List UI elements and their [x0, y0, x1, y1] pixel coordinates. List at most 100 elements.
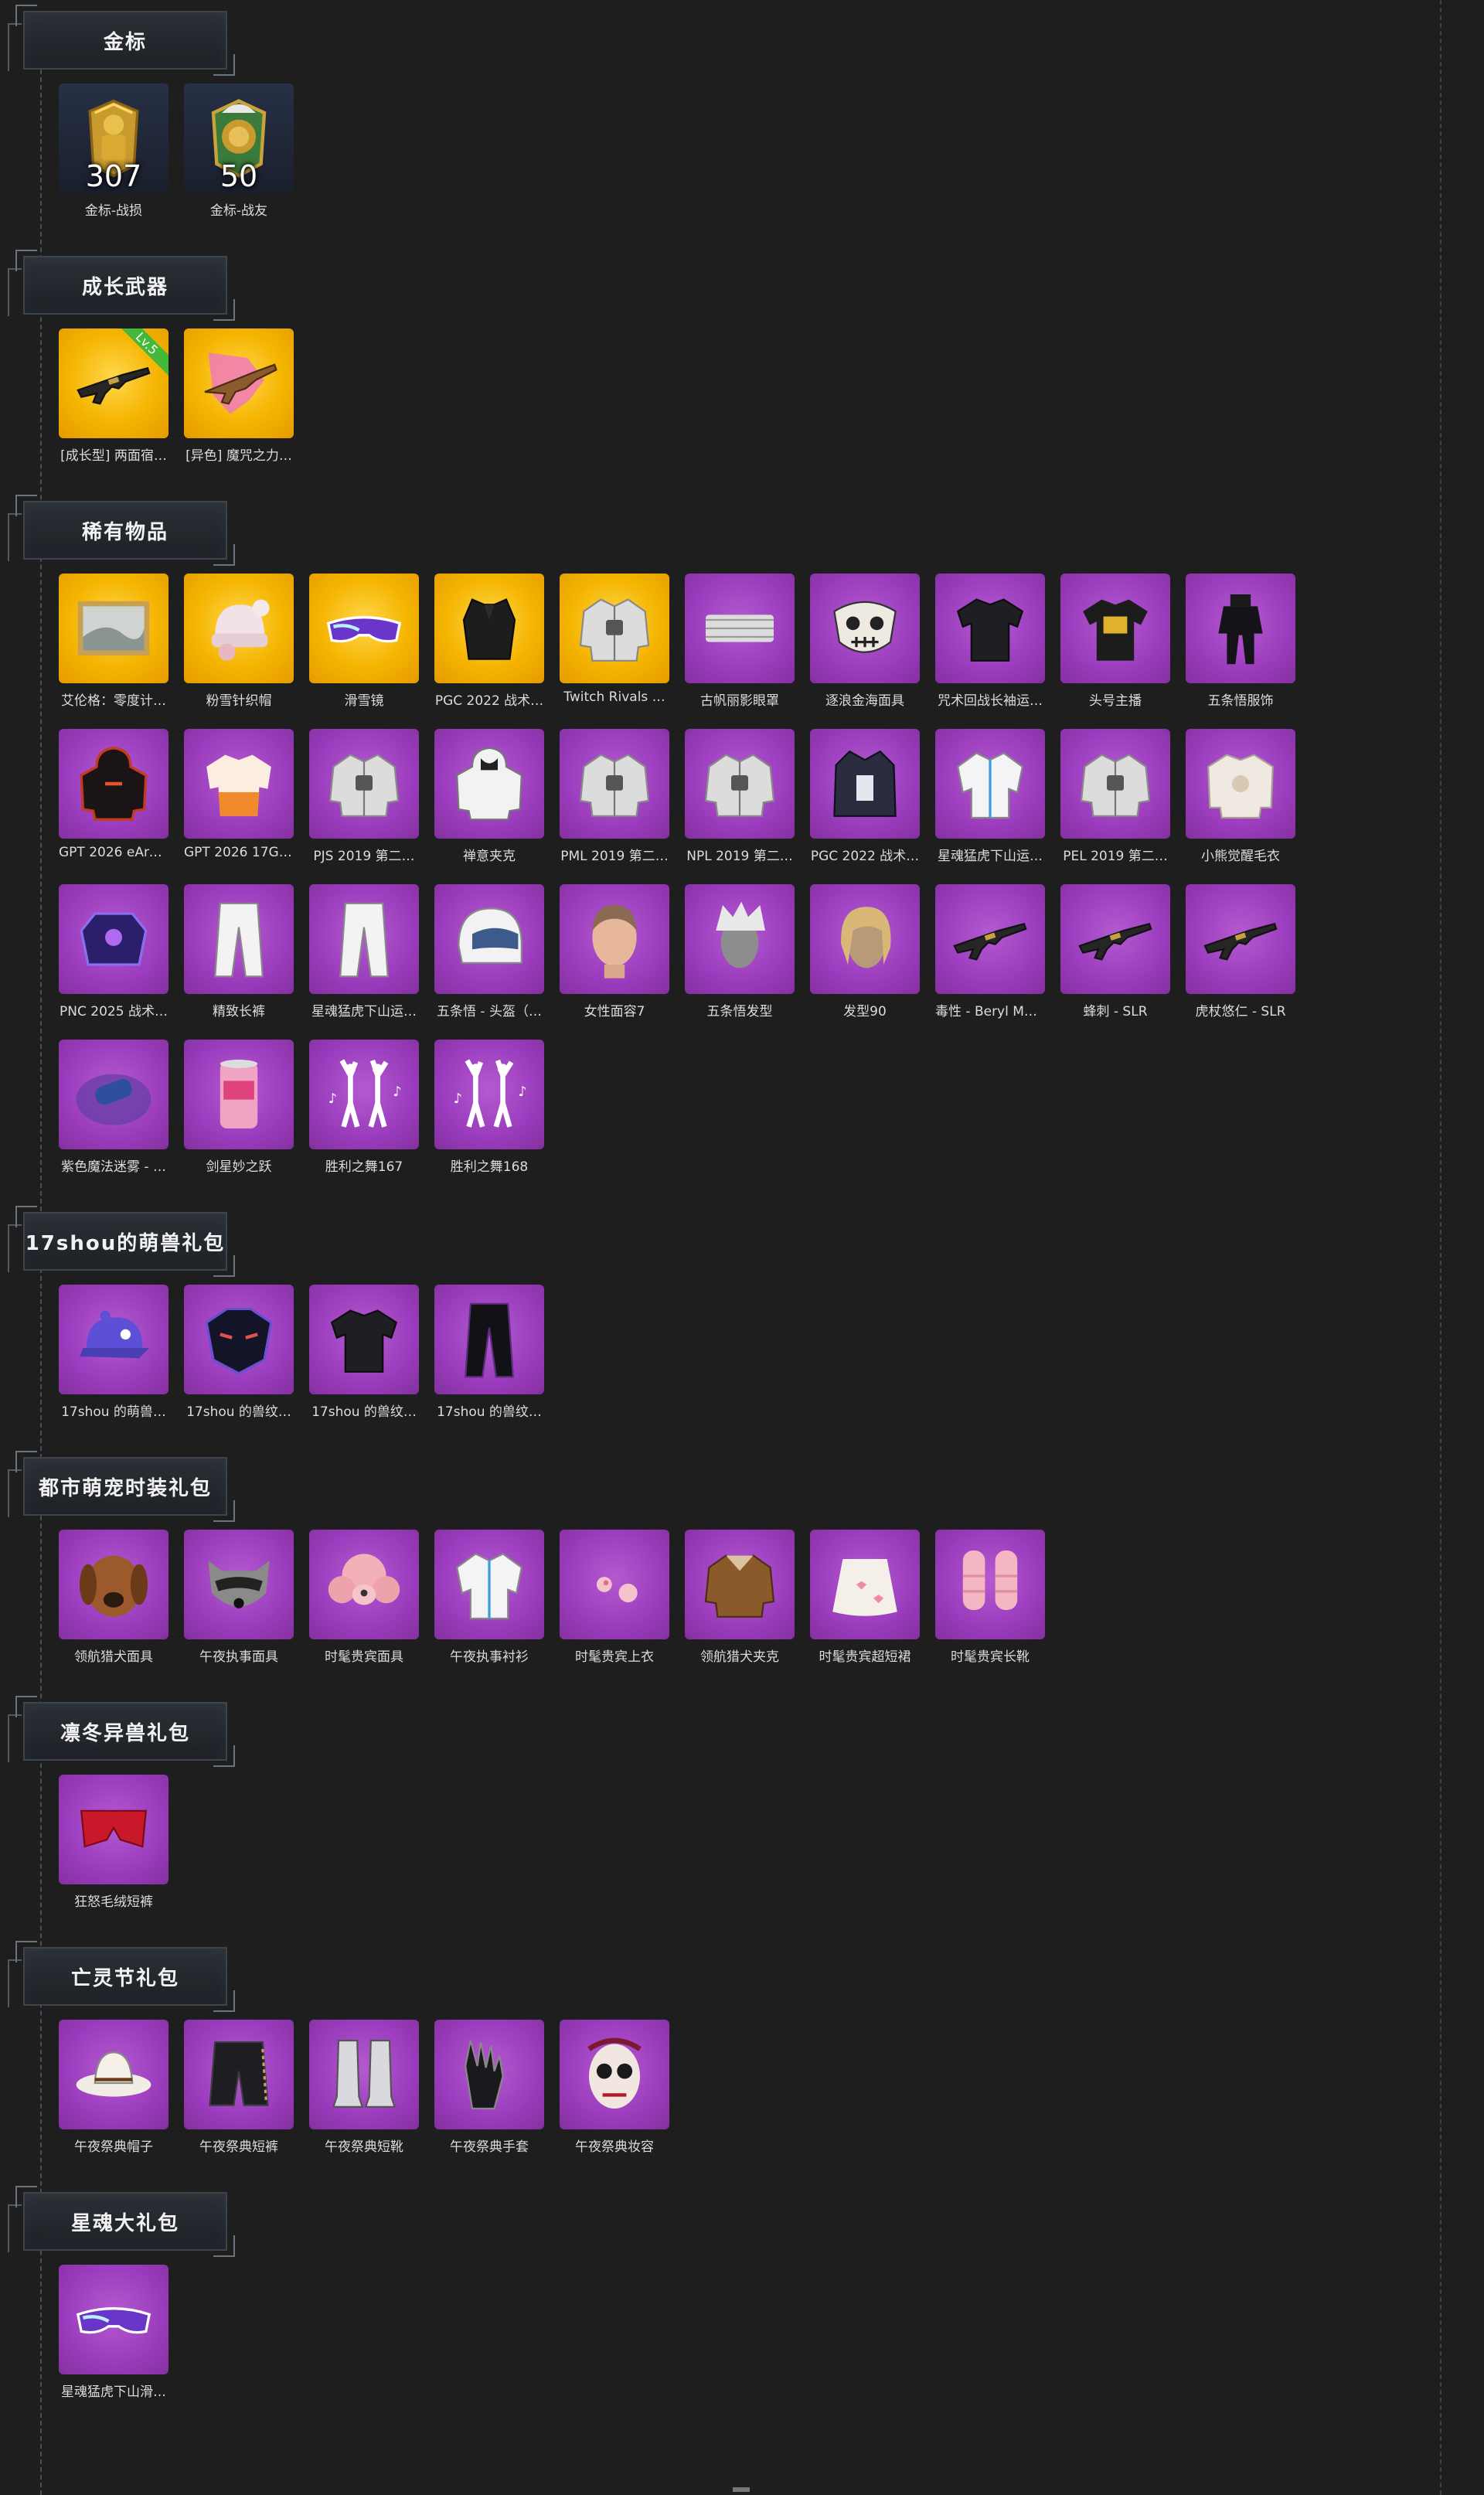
inventory-item[interactable]: 时髦贵宾长靴: [935, 1530, 1060, 1665]
inventory-item[interactable]: 咒术回战长袖运…: [935, 574, 1060, 709]
inventory-item[interactable]: 发型90: [810, 884, 935, 1019]
inventory-item[interactable]: 17shou 的兽纹…: [184, 1285, 309, 1420]
inventory-item[interactable]: 时髦贵宾上衣: [560, 1530, 685, 1665]
inventory-item[interactable]: PEL 2019 第二…: [1060, 729, 1186, 864]
item-thumbnail[interactable]: [184, 1530, 294, 1639]
item-thumbnail[interactable]: [560, 1530, 669, 1639]
item-thumbnail[interactable]: [935, 729, 1045, 839]
inventory-item[interactable]: Lv.5 [成长型] 两面宿…: [59, 328, 184, 464]
inventory-item[interactable]: 午夜祭典短靴: [309, 2020, 434, 2155]
inventory-item[interactable]: 女性面容7: [560, 884, 685, 1019]
inventory-item[interactable]: 禅意夹克: [434, 729, 560, 864]
item-thumbnail[interactable]: [59, 2265, 168, 2374]
inventory-item[interactable]: 17shou 的兽纹…: [434, 1285, 560, 1420]
inventory-item[interactable]: 17shou 的萌兽…: [59, 1285, 184, 1420]
item-thumbnail[interactable]: [1060, 884, 1170, 994]
item-thumbnail[interactable]: [1186, 574, 1295, 683]
inventory-item[interactable]: 五条悟 - 头盔（…: [434, 884, 560, 1019]
item-thumbnail[interactable]: [1186, 729, 1295, 839]
inventory-item[interactable]: 头号主播: [1060, 574, 1186, 709]
inventory-item[interactable]: NPL 2019 第二…: [685, 729, 810, 864]
inventory-item[interactable]: ♪ ♪ 胜利之舞168: [434, 1040, 560, 1175]
inventory-item[interactable]: 星魂猛虎下山运…: [935, 729, 1060, 864]
inventory-item[interactable]: PNC 2025 战术…: [59, 884, 184, 1019]
inventory-item[interactable]: 剑星妙之跃: [184, 1040, 309, 1175]
item-thumbnail[interactable]: 50: [184, 83, 294, 193]
item-thumbnail[interactable]: [184, 729, 294, 839]
item-thumbnail[interactable]: [184, 1040, 294, 1149]
item-thumbnail[interactable]: [59, 1040, 168, 1149]
inventory-item[interactable]: PML 2019 第二…: [560, 729, 685, 864]
item-thumbnail[interactable]: [434, 1530, 544, 1639]
inventory-item[interactable]: 古帆丽影眼罩: [685, 574, 810, 709]
item-thumbnail[interactable]: 307: [59, 83, 168, 193]
item-thumbnail[interactable]: [309, 884, 419, 994]
item-thumbnail[interactable]: [434, 1285, 544, 1394]
item-thumbnail[interactable]: [184, 1285, 294, 1394]
inventory-item[interactable]: GPT 2026 eAre…: [59, 729, 184, 864]
inventory-item[interactable]: [异色] 魔咒之力…: [184, 328, 309, 464]
inventory-item[interactable]: 五条悟发型: [685, 884, 810, 1019]
inventory-item[interactable]: 午夜执事面具: [184, 1530, 309, 1665]
inventory-item[interactable]: PGC 2022 战术…: [434, 574, 560, 709]
item-thumbnail[interactable]: [309, 1530, 419, 1639]
item-thumbnail[interactable]: [935, 1530, 1045, 1639]
inventory-item[interactable]: 逐浪金海面具: [810, 574, 935, 709]
inventory-item[interactable]: 艾伦格：零度计…: [59, 574, 184, 709]
inventory-item[interactable]: 17shou 的兽纹…: [309, 1285, 434, 1420]
inventory-item[interactable]: ♪ ♪ 胜利之舞167: [309, 1040, 434, 1175]
inventory-item[interactable]: 午夜祭典手套: [434, 2020, 560, 2155]
inventory-item[interactable]: Twitch Rivals …: [560, 574, 685, 709]
item-thumbnail[interactable]: [59, 2020, 168, 2129]
item-thumbnail[interactable]: [434, 884, 544, 994]
item-thumbnail[interactable]: [810, 884, 920, 994]
item-thumbnail[interactable]: [309, 729, 419, 839]
item-thumbnail[interactable]: [810, 729, 920, 839]
item-thumbnail[interactable]: [434, 729, 544, 839]
item-thumbnail[interactable]: [309, 1285, 419, 1394]
item-thumbnail[interactable]: [560, 884, 669, 994]
inventory-item[interactable]: 午夜祭典帽子: [59, 2020, 184, 2155]
inventory-item[interactable]: 粉雪针织帽: [184, 574, 309, 709]
item-thumbnail[interactable]: [935, 884, 1045, 994]
inventory-item[interactable]: 小熊觉醒毛衣: [1186, 729, 1311, 864]
item-thumbnail[interactable]: [184, 328, 294, 438]
inventory-item[interactable]: 狂怒毛绒短裤: [59, 1775, 184, 1910]
item-thumbnail[interactable]: [59, 1285, 168, 1394]
item-thumbnail[interactable]: [434, 574, 544, 683]
inventory-item[interactable]: 虎杖悠仁 - SLR: [1186, 884, 1311, 1019]
item-thumbnail[interactable]: [560, 2020, 669, 2129]
item-thumbnail[interactable]: [59, 574, 168, 683]
item-thumbnail[interactable]: [309, 2020, 419, 2129]
item-thumbnail[interactable]: [560, 729, 669, 839]
item-thumbnail[interactable]: Lv.5: [59, 328, 168, 438]
item-thumbnail[interactable]: ♪ ♪: [309, 1040, 419, 1149]
inventory-item[interactable]: 领航猎犬夹克: [685, 1530, 810, 1665]
item-thumbnail[interactable]: [560, 574, 669, 683]
inventory-item[interactable]: GPT 2026 17Ga…: [184, 729, 309, 864]
inventory-item[interactable]: 精致长裤: [184, 884, 309, 1019]
item-thumbnail[interactable]: [685, 884, 795, 994]
item-thumbnail[interactable]: [59, 729, 168, 839]
inventory-item[interactable]: PGC 2022 战术…: [810, 729, 935, 864]
item-thumbnail[interactable]: [59, 1775, 168, 1884]
inventory-item[interactable]: 滑雪镜: [309, 574, 434, 709]
item-thumbnail[interactable]: [184, 884, 294, 994]
item-thumbnail[interactable]: [1060, 729, 1170, 839]
item-thumbnail[interactable]: [59, 884, 168, 994]
item-thumbnail[interactable]: [434, 2020, 544, 2129]
item-thumbnail[interactable]: [309, 574, 419, 683]
inventory-item[interactable]: 时髦贵宾面具: [309, 1530, 434, 1665]
inventory-item[interactable]: 午夜祭典妆容: [560, 2020, 685, 2155]
item-thumbnail[interactable]: [184, 574, 294, 683]
item-thumbnail[interactable]: [810, 574, 920, 683]
inventory-item[interactable]: 星魂猛虎下山运…: [309, 884, 434, 1019]
inventory-item[interactable]: 领航猎犬面具: [59, 1530, 184, 1665]
inventory-item[interactable]: 蜂刺 - SLR: [1060, 884, 1186, 1019]
item-thumbnail[interactable]: [1060, 574, 1170, 683]
inventory-item[interactable]: 时髦贵宾超短裙: [810, 1530, 935, 1665]
inventory-item[interactable]: 紫色魔法迷雾 - …: [59, 1040, 184, 1175]
item-thumbnail[interactable]: [685, 574, 795, 683]
inventory-item[interactable]: PJS 2019 第二…: [309, 729, 434, 864]
inventory-item[interactable]: 午夜执事衬衫: [434, 1530, 560, 1665]
